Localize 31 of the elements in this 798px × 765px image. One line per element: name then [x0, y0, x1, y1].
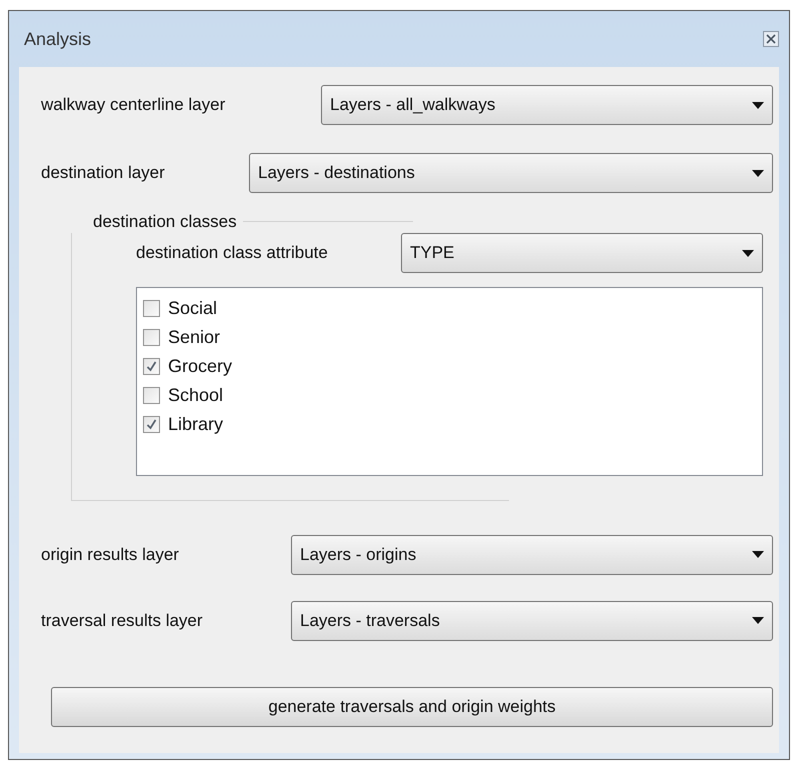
field-label: destination layer — [41, 162, 166, 184]
layer-dropdown[interactable]: Layers - origins — [291, 534, 773, 574]
group-title: destination classes — [93, 211, 238, 233]
layer-dropdown[interactable]: Layers - all_walkways — [321, 85, 773, 125]
caret-icon — [752, 102, 764, 108]
class-checkbox[interactable]: Social — [143, 294, 762, 323]
caret-icon — [742, 250, 754, 256]
checkbox[interactable] — [143, 416, 160, 433]
field-label: destination class attribute — [136, 242, 329, 264]
layer-dropdown[interactable]: Layers - traversals — [291, 600, 773, 640]
checkbox[interactable] — [143, 358, 160, 375]
window-title: Analysis — [24, 28, 92, 51]
generate-button[interactable]: generate traversals and origin weights — [51, 686, 773, 726]
field-label: traversal results layer — [41, 610, 204, 632]
checkmark-icon — [146, 419, 157, 430]
checkbox[interactable] — [143, 387, 160, 404]
layer-dropdown[interactable]: Layers - destinations — [249, 153, 773, 193]
checkbox[interactable] — [143, 329, 160, 346]
caret-icon — [752, 617, 764, 624]
class-checkbox[interactable]: School — [143, 381, 762, 410]
close-icon[interactable] — [763, 31, 779, 47]
checkbox[interactable] — [143, 300, 160, 317]
class-checkbox[interactable]: Senior — [143, 323, 762, 352]
caret-icon — [752, 170, 764, 176]
field-label: walkway centerline layer — [41, 94, 226, 116]
checkmark-icon — [146, 361, 157, 372]
class-checkbox[interactable]: Grocery — [143, 352, 762, 381]
class-checkbox[interactable]: Library — [143, 410, 762, 439]
caret-icon — [752, 551, 764, 558]
field-label: origin results layer — [41, 544, 180, 566]
layer-dropdown[interactable]: TYPE — [401, 233, 763, 273]
